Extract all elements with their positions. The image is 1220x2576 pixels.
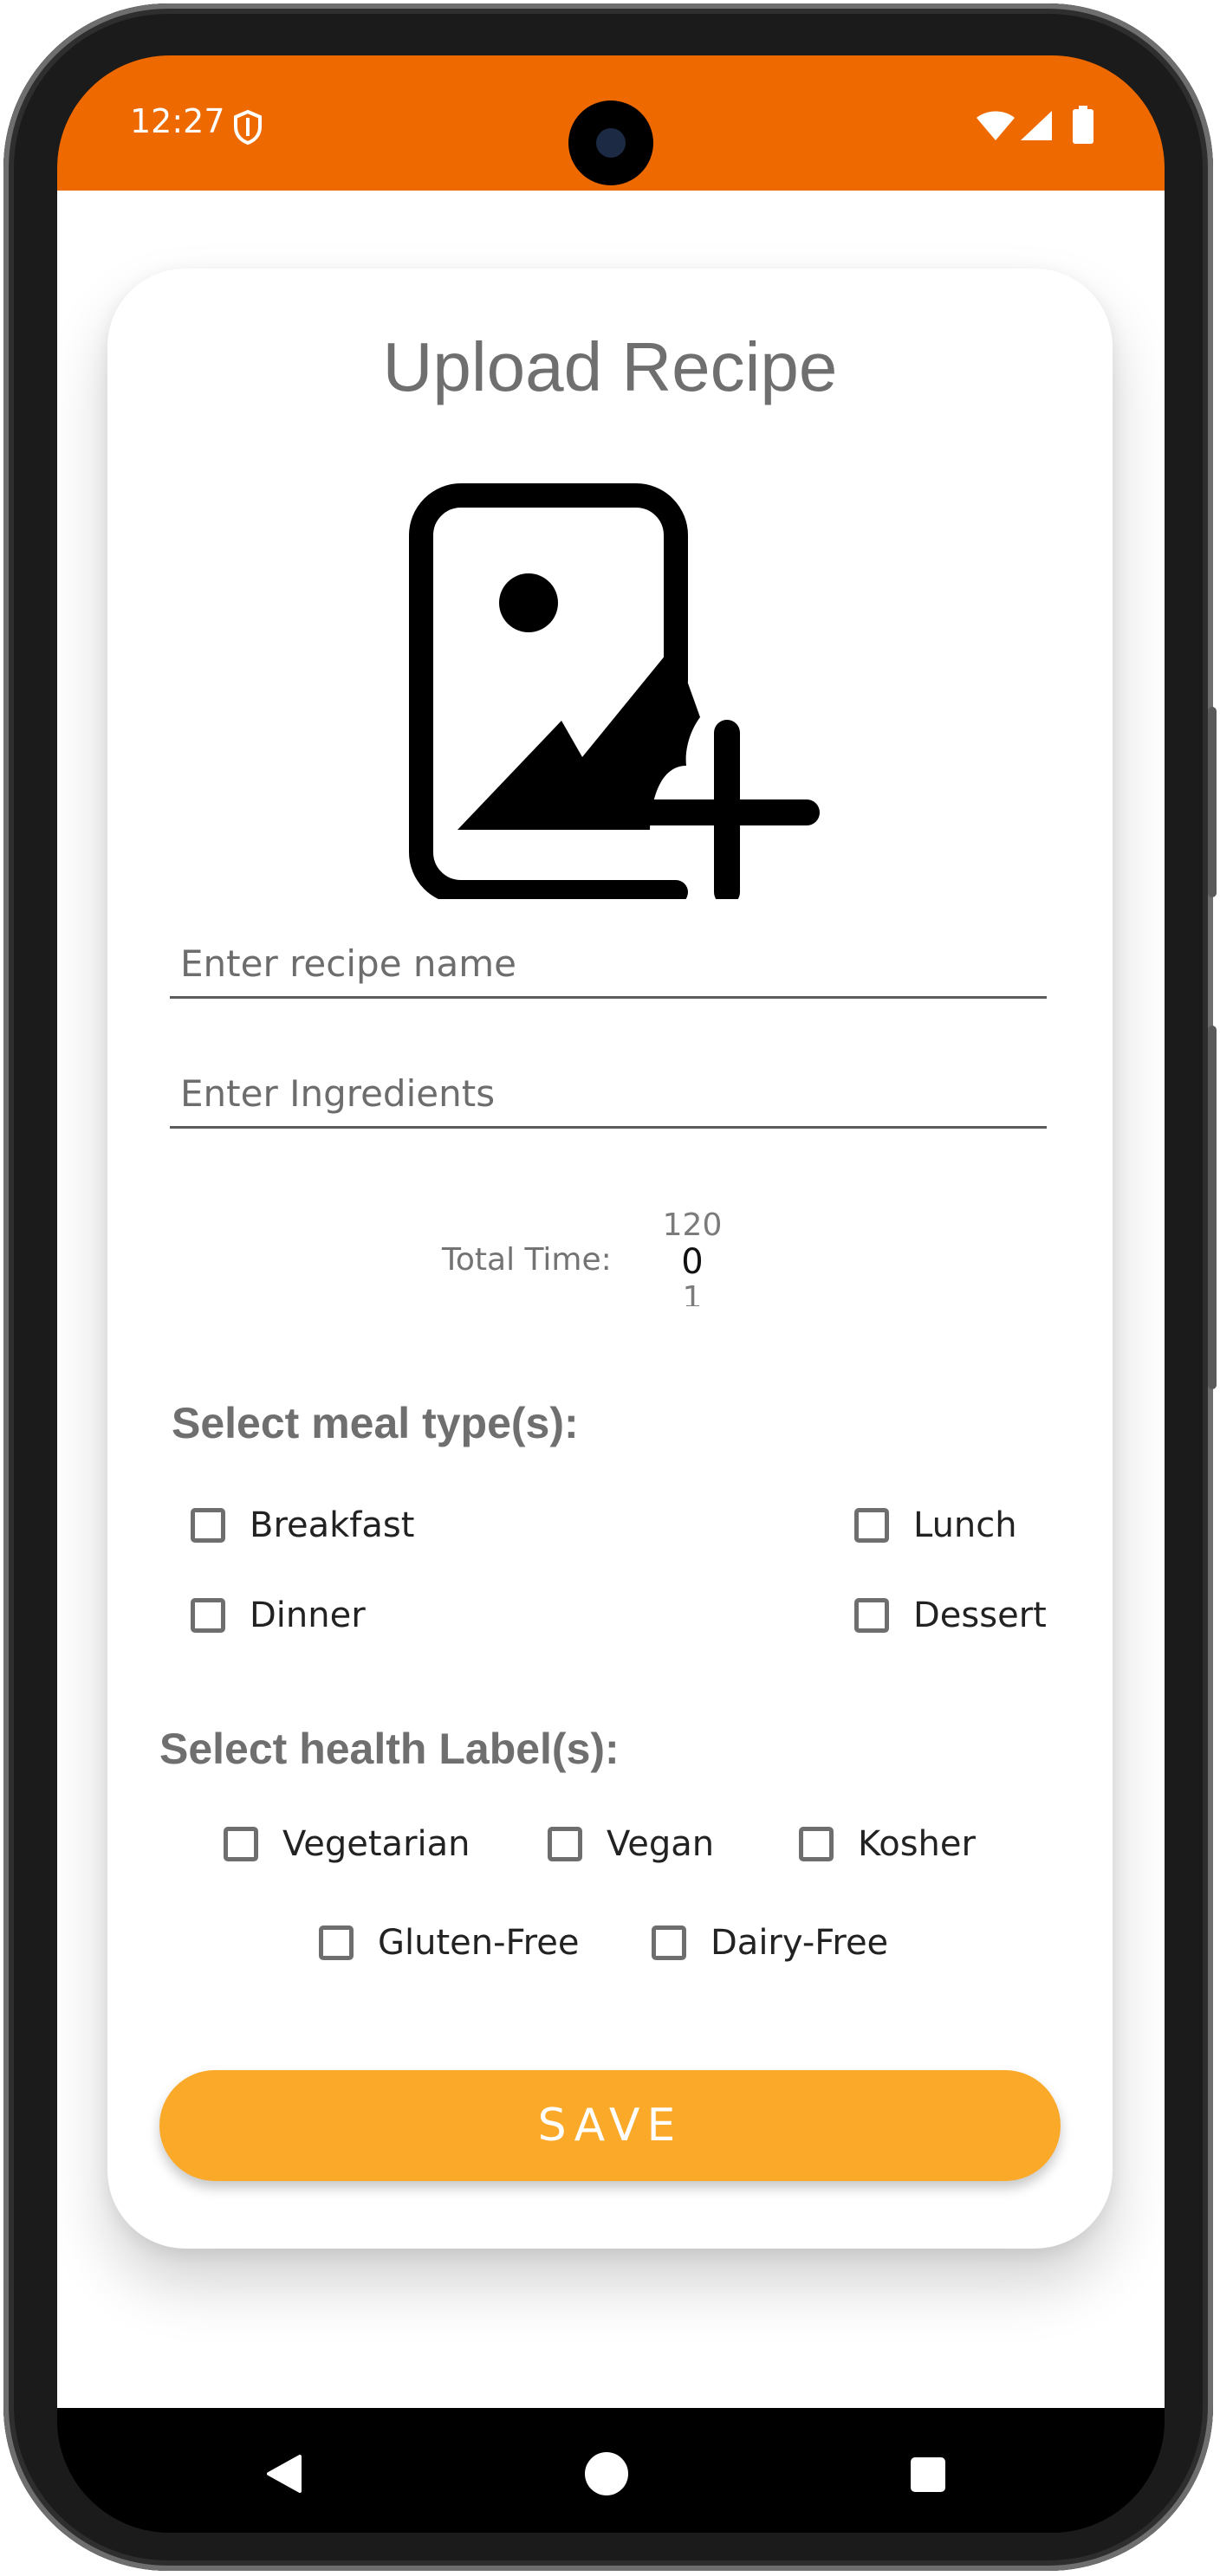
checkbox-box[interactable]	[548, 1827, 582, 1861]
health-label-heading: Select health Label(s):	[159, 1725, 620, 1773]
checkbox-box[interactable]	[854, 1598, 889, 1633]
meal-checkbox-dinner[interactable]: Dinner	[191, 1595, 366, 1635]
recents-square-icon[interactable]	[910, 2456, 946, 2493]
phone-frame: 12:27 Upload Recipe Enter recipe name En…	[3, 3, 1217, 2571]
checkbox-box[interactable]	[652, 1926, 686, 1960]
shield-icon	[234, 109, 262, 146]
checkbox-box[interactable]	[224, 1827, 258, 1861]
power-button	[1208, 1026, 1217, 1389]
meal-type-heading: Select meal type(s):	[172, 1399, 579, 1447]
checkbox-box[interactable]	[854, 1508, 889, 1543]
health-checkbox-vegan[interactable]: Vegan	[548, 1824, 714, 1864]
checkbox-label: Vegetarian	[282, 1824, 470, 1864]
signal-icon	[1021, 111, 1052, 140]
checkbox-label: Breakfast	[250, 1505, 415, 1545]
meal-checkbox-dessert[interactable]: Dessert	[854, 1595, 1047, 1635]
checkbox-box[interactable]	[191, 1508, 225, 1543]
total-time-picker[interactable]: 120 0 1	[653, 1207, 731, 1306]
checkbox-label: Dinner	[250, 1595, 366, 1635]
checkbox-label: Dessert	[913, 1595, 1047, 1635]
volume-button	[1208, 707, 1217, 897]
wifi-icon	[977, 111, 1015, 140]
health-checkbox-kosher[interactable]: Kosher	[799, 1824, 976, 1864]
navigation-bar	[57, 2408, 1165, 2533]
status-bar: 12:27	[57, 55, 1165, 191]
picker-current-value[interactable]: 0	[653, 1242, 731, 1282]
picker-next-value[interactable]: 1	[653, 1280, 731, 1306]
checkbox-label: Lunch	[913, 1505, 1017, 1545]
health-checkbox-dairy-free[interactable]: Dairy-Free	[652, 1923, 888, 1963]
total-time-label: Total Time:	[442, 1242, 612, 1278]
ingredients-placeholder: Enter Ingredients	[180, 1072, 496, 1115]
health-checkbox-vegetarian[interactable]: Vegetarian	[224, 1824, 470, 1864]
device-screen: 12:27 Upload Recipe Enter recipe name En…	[57, 55, 1165, 2533]
checkbox-label: Vegan	[607, 1824, 715, 1864]
upload-recipe-screen: Upload Recipe Enter recipe name Enter In…	[57, 191, 1165, 2408]
meal-checkbox-breakfast[interactable]: Breakfast	[191, 1505, 414, 1545]
save-button[interactable]: SAVE	[159, 2070, 1061, 2181]
ingredients-input[interactable]: Enter Ingredients	[170, 1062, 1047, 1129]
meal-checkbox-lunch[interactable]: Lunch	[854, 1505, 1017, 1545]
battery-icon	[1073, 106, 1093, 144]
checkbox-box[interactable]	[191, 1598, 225, 1633]
checkbox-box[interactable]	[799, 1827, 834, 1861]
front-camera	[568, 100, 653, 185]
checkbox-label: Kosher	[858, 1824, 976, 1864]
checkbox-box[interactable]	[319, 1926, 354, 1960]
back-triangle-icon[interactable]	[265, 2453, 303, 2495]
health-checkbox-gluten-free[interactable]: Gluten-Free	[319, 1923, 579, 1963]
picker-previous-value[interactable]: 120	[653, 1207, 731, 1243]
recipe-name-input[interactable]: Enter recipe name	[170, 932, 1047, 999]
page-title: Upload Recipe	[382, 328, 838, 405]
upload-recipe-card: Upload Recipe Enter recipe name Enter In…	[107, 269, 1113, 2249]
recipe-name-placeholder: Enter recipe name	[180, 942, 516, 985]
home-circle-icon[interactable]	[584, 2451, 629, 2496]
status-time: 12:27	[130, 102, 225, 140]
checkbox-label: Dairy-Free	[711, 1923, 889, 1963]
add-photo-icon[interactable]	[400, 475, 825, 899]
checkbox-label: Gluten-Free	[378, 1923, 580, 1963]
